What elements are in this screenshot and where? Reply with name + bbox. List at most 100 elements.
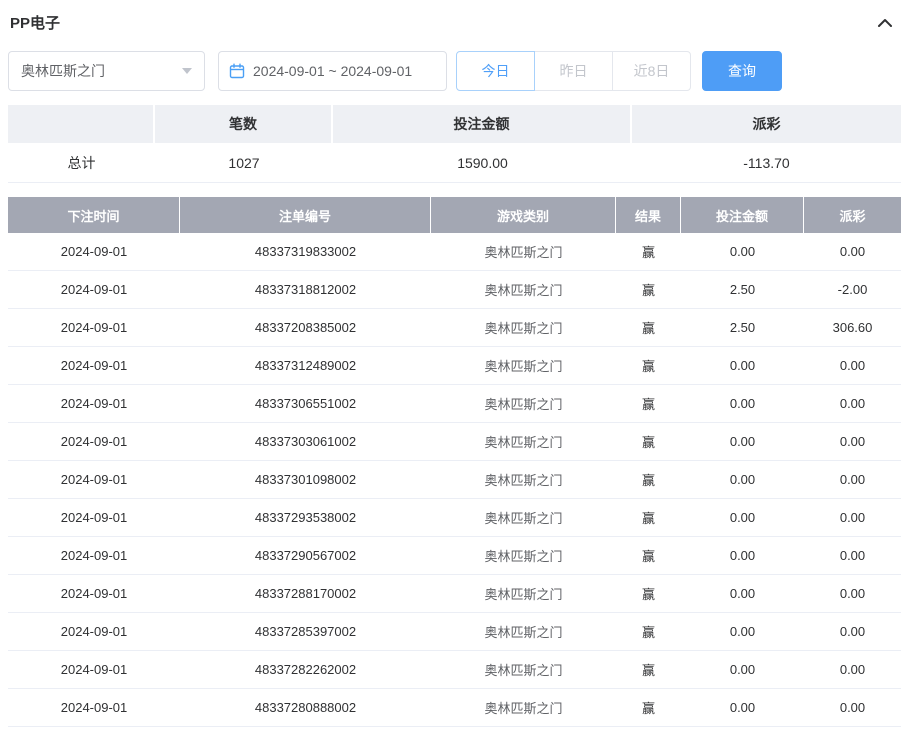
summary-total-label: 总计 — [67, 154, 96, 171]
cell-result: 赢 — [641, 587, 655, 602]
game-select-value: 奥林匹斯之门 — [21, 63, 105, 79]
summary-table: 笔数 投注金额 派彩 总计 1027 1590.00 -113.70 — [8, 105, 901, 183]
table-row: 2024-09-01 48337288170002 奥林匹斯之门 赢 0.00 … — [8, 575, 901, 613]
cell-payout: 0.00 — [839, 662, 866, 677]
cell-order-no: 48337293538002 — [254, 510, 357, 525]
cell-bet-amount: 0.00 — [729, 434, 756, 449]
col-header-payout: 派彩 — [804, 197, 901, 233]
col-header-bet-amount: 投注金额 — [681, 197, 804, 233]
last-8-days-button[interactable]: 近8日 — [612, 51, 691, 91]
cell-bet-time: 2024-09-01 — [60, 548, 128, 563]
cell-order-no: 48337280888002 — [254, 700, 357, 715]
cell-payout: 0.00 — [839, 434, 866, 449]
table-row: 2024-09-01 48337282262002 奥林匹斯之门 赢 0.00 … — [8, 651, 901, 689]
cell-game-type: 奥林匹斯之门 — [484, 283, 563, 298]
cell-bet-amount: 0.00 — [729, 472, 756, 487]
summary-total-row: 总计 1027 1590.00 -113.70 — [8, 143, 901, 183]
cell-bet-amount: 2.50 — [729, 320, 756, 335]
cell-bet-amount: 0.00 — [729, 358, 756, 373]
cell-result: 赢 — [641, 321, 655, 336]
col-header-result: 结果 — [616, 197, 681, 233]
yesterday-button[interactable]: 昨日 — [534, 51, 613, 91]
chevron-up-icon — [877, 17, 893, 29]
cell-result: 赢 — [641, 359, 655, 374]
cell-payout: 0.00 — [839, 586, 866, 601]
cell-order-no: 48337208385002 — [254, 320, 357, 335]
cell-result: 赢 — [641, 435, 655, 450]
cell-bet-time: 2024-09-01 — [60, 320, 128, 335]
summary-header-payout: 派彩 — [632, 105, 901, 143]
cell-bet-amount: 0.00 — [729, 662, 756, 677]
query-button[interactable]: 查询 — [702, 51, 782, 91]
table-row: 2024-09-01 48337208385002 奥林匹斯之门 赢 2.50 … — [8, 309, 901, 347]
summary-header-bet-amount: 投注金额 — [333, 105, 632, 143]
cell-result: 赢 — [641, 549, 655, 564]
cell-order-no: 48337318812002 — [254, 282, 357, 297]
collapse-button[interactable] — [877, 17, 893, 29]
cell-payout: 0.00 — [839, 358, 866, 373]
cell-bet-time: 2024-09-01 — [60, 472, 128, 487]
cell-order-no: 48337282262002 — [254, 662, 357, 677]
summary-count-value: 1027 — [228, 154, 260, 171]
cell-bet-time: 2024-09-01 — [60, 700, 128, 715]
cell-game-type: 奥林匹斯之门 — [484, 397, 563, 412]
cell-game-type: 奥林匹斯之门 — [484, 359, 563, 374]
cell-game-type: 奥林匹斯之门 — [484, 587, 563, 602]
table-row: 2024-09-01 48337293538002 奥林匹斯之门 赢 0.00 … — [8, 499, 901, 537]
summary-header-empty — [8, 105, 155, 143]
cell-bet-time: 2024-09-01 — [60, 282, 128, 297]
game-select[interactable]: 奥林匹斯之门 — [8, 51, 205, 91]
cell-order-no: 48337306551002 — [254, 396, 357, 411]
panel-header: PP电子 — [0, 0, 909, 43]
cell-payout: -2.00 — [837, 282, 868, 297]
cell-bet-time: 2024-09-01 — [60, 662, 128, 677]
cell-payout: 0.00 — [839, 700, 866, 715]
calendar-icon — [229, 63, 245, 79]
cell-payout: 0.00 — [839, 396, 866, 411]
cell-order-no: 48337319833002 — [254, 244, 357, 259]
cell-order-no: 48337285397002 — [254, 624, 357, 639]
cell-result: 赢 — [641, 245, 655, 260]
col-header-bet-time: 下注时间 — [8, 197, 180, 233]
cell-bet-amount: 0.00 — [729, 396, 756, 411]
cell-payout: 0.00 — [839, 510, 866, 525]
today-button[interactable]: 今日 — [456, 51, 535, 91]
cell-game-type: 奥林匹斯之门 — [484, 435, 563, 450]
cell-bet-time: 2024-09-01 — [60, 624, 128, 639]
table-row: 2024-09-01 48337301098002 奥林匹斯之门 赢 0.00 … — [8, 461, 901, 499]
table-row: 2024-09-01 48337312489002 奥林匹斯之门 赢 0.00 … — [8, 347, 901, 385]
cell-order-no: 48337303061002 — [254, 434, 357, 449]
cell-bet-time: 2024-09-01 — [60, 396, 128, 411]
cell-order-no: 48337290567002 — [254, 548, 357, 563]
cell-bet-amount: 2.50 — [729, 282, 756, 297]
date-range-value: 2024-09-01 ~ 2024-09-01 — [253, 63, 413, 79]
cell-bet-amount: 0.00 — [729, 548, 756, 563]
cell-game-type: 奥林匹斯之门 — [484, 549, 563, 564]
table-row: 2024-09-01 48337290567002 奥林匹斯之门 赢 0.00 … — [8, 537, 901, 575]
table-row: 2024-09-01 48337285397002 奥林匹斯之门 赢 0.00 … — [8, 613, 901, 651]
col-header-game-type: 游戏类别 — [431, 197, 616, 233]
filter-bar: 奥林匹斯之门 2024-09-01 ~ 2024-09-01 今日 昨日 近8日… — [0, 43, 909, 103]
cell-game-type: 奥林匹斯之门 — [484, 701, 563, 716]
cell-order-no: 48337301098002 — [254, 472, 357, 487]
cell-game-type: 奥林匹斯之门 — [484, 473, 563, 488]
cell-payout: 0.00 — [839, 624, 866, 639]
cell-bet-time: 2024-09-01 — [60, 434, 128, 449]
date-range-picker[interactable]: 2024-09-01 ~ 2024-09-01 — [218, 51, 447, 91]
cell-result: 赢 — [641, 473, 655, 488]
cell-game-type: 奥林匹斯之门 — [484, 321, 563, 336]
table-row: 2024-09-01 48337280888002 奥林匹斯之门 赢 0.00 … — [8, 689, 901, 727]
cell-result: 赢 — [641, 283, 655, 298]
cell-result: 赢 — [641, 701, 655, 716]
summary-payout-value: -113.70 — [743, 154, 790, 171]
cell-game-type: 奥林匹斯之门 — [484, 663, 563, 678]
cell-payout: 0.00 — [839, 244, 866, 259]
cell-order-no: 48337288170002 — [254, 586, 357, 601]
cell-bet-amount: 0.00 — [729, 624, 756, 639]
bet-table-body: 2024-09-01 48337319833002 奥林匹斯之门 赢 0.00 … — [8, 233, 901, 727]
table-row: 2024-09-01 48337306551002 奥林匹斯之门 赢 0.00 … — [8, 385, 901, 423]
bet-table-header-row: 下注时间 注单编号 游戏类别 结果 投注金额 派彩 — [8, 197, 901, 233]
cell-payout: 306.60 — [832, 320, 873, 335]
cell-bet-time: 2024-09-01 — [60, 510, 128, 525]
cell-bet-amount: 0.00 — [729, 700, 756, 715]
